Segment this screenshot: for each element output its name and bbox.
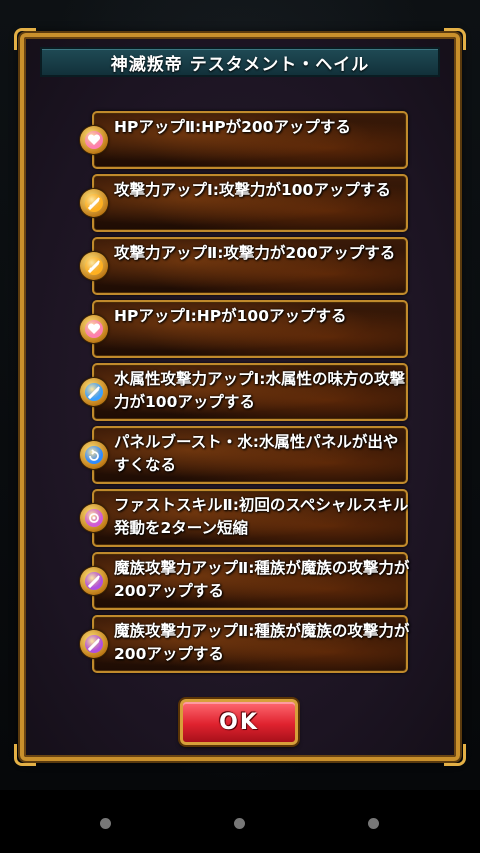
skill-row: ファストスキルⅡ:初回のスペシャルスキル発動を2ターン短縮 (80, 489, 410, 547)
skill-row: 水属性攻撃力アップⅠ:水属性の味方の攻撃力が100アップする (80, 363, 410, 421)
skill-row: HPアップⅠ:HPが100アップする (80, 300, 410, 358)
frame-corner-ornament (14, 28, 36, 50)
skill-row: 攻撃力アップⅡ:攻撃力が200アップする (80, 237, 410, 295)
skill-panel: HPアップⅡ:HPが200アップする (92, 111, 408, 169)
nav-recent-button[interactable] (368, 818, 379, 829)
dialog-title: 神滅叛帝 テスタメント・ヘイル (110, 54, 370, 75)
skill-row: 攻撃力アップⅠ:攻撃力が100アップする (80, 174, 410, 232)
attack-sword-icon (85, 257, 103, 275)
skill-description: ファストスキルⅡ:初回のスペシャルスキル発動を2ターン短縮 (114, 496, 409, 537)
skill-description: 攻撃力アップⅠ:攻撃力が100アップする (114, 181, 391, 199)
skill-row: HPアップⅡ:HPが200アップする (80, 111, 410, 169)
skill-panel: 魔族攻撃力アップⅡ:種族が魔族の攻撃力が200アップする (92, 552, 410, 610)
demon-sword-icon (85, 635, 103, 653)
hp-heart-icon (85, 320, 103, 338)
hp-heart-icon (85, 131, 103, 149)
water-sword-icon (85, 383, 103, 401)
demon-sword-icon (85, 572, 103, 590)
frame-corner-ornament (14, 744, 36, 766)
nav-back-button[interactable] (100, 818, 111, 829)
skill-description: HPアップⅠ:HPが100アップする (114, 307, 347, 325)
fast-skill-icon (85, 509, 103, 527)
attack-sword-icon (85, 194, 103, 212)
skill-description: 攻撃力アップⅡ:攻撃力が200アップする (114, 244, 396, 262)
skill-panel: 水属性攻撃力アップⅠ:水属性の味方の攻撃力が100アップする (92, 363, 408, 421)
frame-corner-ornament (444, 28, 466, 50)
ok-button[interactable]: OK (180, 699, 298, 745)
skill-row: 魔族攻撃力アップⅡ:種族が魔族の攻撃力が200アップする (80, 615, 410, 673)
skill-panel: HPアップⅠ:HPが100アップする (92, 300, 408, 358)
dialog-title-bar: 神滅叛帝 テスタメント・ヘイル (40, 47, 440, 77)
frame-corner-ornament (444, 744, 466, 766)
skill-panel: パネルブースト・水:水属性パネルが出やすくなる (92, 426, 408, 484)
skill-description: 水属性攻撃力アップⅠ:水属性の味方の攻撃力が100アップする (114, 370, 405, 411)
ok-button-label: OK (219, 709, 259, 735)
skill-description: パネルブースト・水:水属性パネルが出やすくなる (114, 433, 399, 474)
nav-home-button[interactable] (234, 818, 245, 829)
skill-description: HPアップⅡ:HPが200アップする (114, 118, 351, 136)
skill-panel: 攻撃力アップⅠ:攻撃力が100アップする (92, 174, 408, 232)
skill-panel: ファストスキルⅡ:初回のスペシャルスキル発動を2ターン短縮 (92, 489, 408, 547)
skill-panel: 攻撃力アップⅡ:攻撃力が200アップする (92, 237, 408, 295)
skill-row: 魔族攻撃力アップⅡ:種族が魔族の攻撃力が200アップする (80, 552, 410, 610)
water-panel-icon (85, 446, 103, 464)
skill-description: 魔族攻撃力アップⅡ:種族が魔族の攻撃力が200アップする (114, 622, 410, 663)
skill-description: 魔族攻撃力アップⅡ:種族が魔族の攻撃力が200アップする (114, 559, 410, 600)
skill-panel: 魔族攻撃力アップⅡ:種族が魔族の攻撃力が200アップする (92, 615, 410, 673)
skill-row: パネルブースト・水:水属性パネルが出やすくなる (80, 426, 410, 484)
